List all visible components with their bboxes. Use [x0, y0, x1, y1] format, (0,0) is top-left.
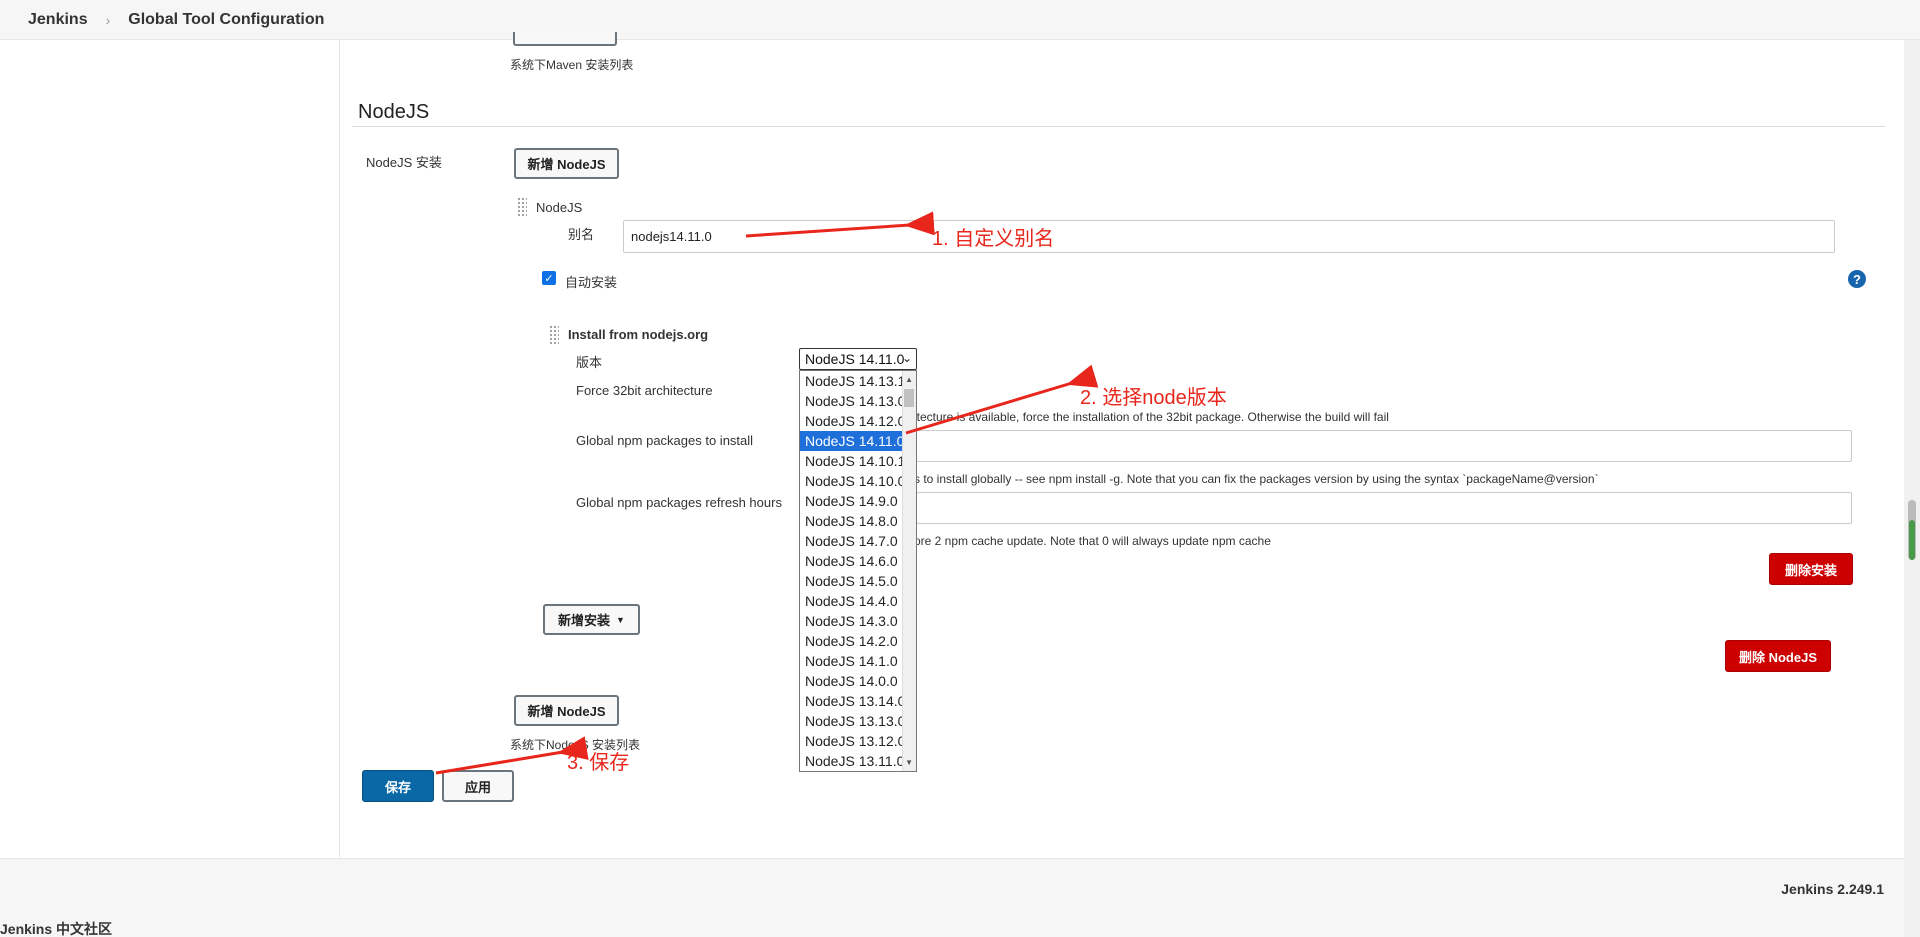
scroll-down-icon[interactable]: ▼	[905, 758, 913, 767]
version-option[interactable]: NodeJS 14.7.0	[800, 531, 916, 551]
version-option[interactable]: NodeJS 13.14.0	[800, 691, 916, 711]
version-option[interactable]: NodeJS 14.11.0	[800, 431, 916, 451]
chevron-down-icon: ⌄	[901, 351, 912, 365]
refresh-hours-input[interactable]	[905, 492, 1852, 524]
breadcrumb-page[interactable]: Global Tool Configuration	[128, 11, 324, 29]
npm-packages-label: Global npm packages to install	[576, 433, 754, 448]
npm-packages-description: s to install globally -- see npm install…	[914, 472, 1599, 486]
maven-add-button-partial[interactable]	[513, 32, 617, 46]
force32-label: Force 32bit architecture	[576, 383, 713, 398]
force32-description: itecture is available, force the install…	[914, 410, 1389, 424]
section-divider	[352, 126, 1885, 127]
add-installer-label: 新增安装	[558, 613, 611, 628]
maven-list-note: 系统下Maven 安装列表	[510, 58, 634, 72]
version-options: NodeJS 14.13.1 NodeJS 14.13.0 NodeJS 14.12…	[800, 371, 916, 771]
installer-title: Install from nodejs.org	[568, 327, 709, 342]
dropdown-scrollbar[interactable]: ▲ ▼	[902, 371, 916, 771]
arrow-step2	[905, 364, 1099, 435]
help-icon[interactable]: ?	[1848, 270, 1866, 288]
annotation-step1: 1. 自定义别名	[932, 228, 1055, 250]
section-title-nodejs: NodeJS	[358, 101, 430, 123]
alias-label: 别名	[568, 227, 595, 242]
version-option[interactable]: NodeJS 14.10.1	[800, 451, 916, 471]
save-button[interactable]: 保存	[362, 770, 434, 802]
version-option[interactable]: NodeJS 13.11.0	[800, 751, 916, 771]
breadcrumb-chevron-icon[interactable]: ›	[106, 12, 111, 28]
page-scroll-marker	[1909, 520, 1915, 560]
version-option[interactable]: NodeJS 14.3.0	[800, 611, 916, 631]
breadcrumb-home[interactable]: Jenkins	[28, 11, 88, 29]
footer: Jenkins 2.249.1 Jenkins 中文社区	[0, 858, 1904, 937]
version-option[interactable]: NodeJS 14.13.0	[800, 391, 916, 411]
refresh-hours-label: Global npm packages refresh hours	[576, 495, 782, 510]
version-option[interactable]: NodeJS 14.8.0	[800, 511, 916, 531]
version-option[interactable]: NodeJS 14.6.0	[800, 551, 916, 571]
scroll-up-icon[interactable]: ▲	[905, 375, 913, 384]
sidebar-divider	[339, 40, 340, 857]
version-select[interactable]: NodeJS 14.11.0 ⌄	[799, 348, 917, 370]
jenkins-version[interactable]: Jenkins 2.249.1	[1781, 881, 1884, 897]
version-option[interactable]: NodeJS 14.5.0	[800, 571, 916, 591]
version-option[interactable]: NodeJS 14.13.1	[800, 371, 916, 391]
caret-down-icon: ▼	[616, 614, 625, 625]
version-option[interactable]: NodeJS 14.10.0	[800, 471, 916, 491]
auto-install-checkbox[interactable]: ✓	[542, 271, 556, 285]
dropdown-scroll-thumb[interactable]	[904, 389, 914, 407]
delete-nodejs-button[interactable]: 删除 NodeJS	[1725, 640, 1831, 672]
version-option[interactable]: NodeJS 14.1.0	[800, 651, 916, 671]
auto-install-label: 自动安装	[565, 275, 618, 290]
nodejs-install-label: NodeJS 安装	[366, 155, 442, 170]
version-label: 版本	[576, 355, 603, 370]
annotation-arrows	[435, 211, 1099, 775]
add-nodejs-button-bottom[interactable]: 新增 NodeJS	[514, 695, 619, 726]
page-scrollbar[interactable]	[1904, 40, 1920, 937]
add-installer-button[interactable]: 新增安装 ▼	[543, 604, 640, 635]
nodejs-item-header: NodeJS	[536, 200, 583, 215]
drag-handle-icon[interactable]	[517, 197, 527, 217]
refresh-hours-description: ore 2 npm cache update. Note that 0 will…	[914, 534, 1271, 548]
version-option[interactable]: NodeJS 14.0.0	[800, 671, 916, 691]
version-option[interactable]: NodeJS 14.9.0	[800, 491, 916, 511]
annotation-step3: 3. 保存	[567, 752, 630, 774]
version-dropdown-list[interactable]: NodeJS 14.13.1 NodeJS 14.13.0 NodeJS 14.12…	[799, 370, 917, 772]
version-select-value: NodeJS 14.11.0	[805, 351, 905, 367]
version-option[interactable]: NodeJS 14.4.0	[800, 591, 916, 611]
delete-installer-button[interactable]: 删除安装	[1769, 553, 1853, 585]
version-option[interactable]: NodeJS 13.13.0	[800, 711, 916, 731]
community-link[interactable]: Jenkins 中文社区	[0, 919, 112, 937]
version-option[interactable]: NodeJS 14.2.0	[800, 631, 916, 651]
version-option[interactable]: NodeJS 13.12.0	[800, 731, 916, 751]
annotation-step2: 2. 选择node版本	[1080, 387, 1227, 409]
npm-packages-input[interactable]	[905, 430, 1852, 462]
top-breadcrumb-bar: Jenkins › Global Tool Configuration	[0, 0, 1920, 40]
apply-button[interactable]: 应用	[442, 770, 514, 802]
version-option[interactable]: NodeJS 14.12.0	[800, 411, 916, 431]
add-nodejs-button-top[interactable]: 新增 NodeJS	[514, 148, 619, 179]
alias-input[interactable]: nodejs14.11.0	[623, 220, 1835, 253]
installer-drag-handle-icon[interactable]	[549, 325, 559, 345]
